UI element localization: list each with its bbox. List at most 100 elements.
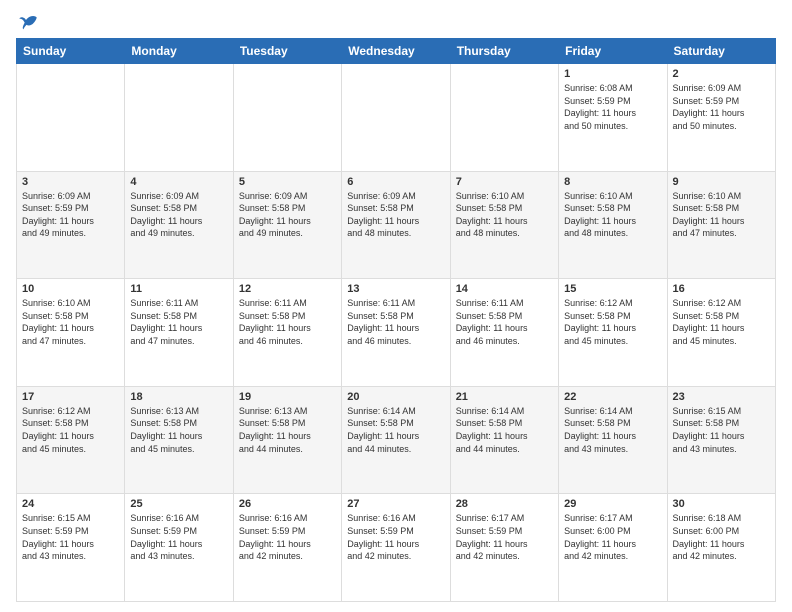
day-number: 20 [347, 391, 444, 403]
calendar-cell: 19 Sunrise: 6:13 AM Sunset: 5:58 PM Dayli… [233, 386, 341, 494]
day-detail: Sunrise: 6:17 AM Sunset: 6:00 PM Dayligh… [564, 512, 661, 562]
calendar-header-wednesday: Wednesday [342, 39, 450, 64]
calendar-week-2: 3 Sunrise: 6:09 AM Sunset: 5:59 PM Daylig… [17, 171, 776, 279]
calendar-cell: 7 Sunrise: 6:10 AM Sunset: 5:58 PM Daylig… [450, 171, 558, 279]
calendar-header-thursday: Thursday [450, 39, 558, 64]
calendar-cell [17, 64, 125, 172]
header [16, 12, 776, 32]
day-number: 19 [239, 391, 336, 403]
calendar-header-row: SundayMondayTuesdayWednesdayThursdayFrid… [17, 39, 776, 64]
day-number: 15 [564, 283, 661, 295]
day-number: 11 [130, 283, 227, 295]
day-number: 30 [673, 498, 770, 510]
calendar-cell: 1 Sunrise: 6:08 AM Sunset: 5:59 PM Daylig… [559, 64, 667, 172]
day-detail: Sunrise: 6:12 AM Sunset: 5:58 PM Dayligh… [564, 297, 661, 347]
day-number: 23 [673, 391, 770, 403]
day-detail: Sunrise: 6:09 AM Sunset: 5:59 PM Dayligh… [673, 82, 770, 132]
calendar-cell: 21 Sunrise: 6:14 AM Sunset: 5:58 PM Dayli… [450, 386, 558, 494]
day-number: 8 [564, 176, 661, 188]
calendar-cell: 10Sunrise: 6:10 AM Sunset: 5:58 PM Dayli… [17, 279, 125, 387]
calendar-cell: 24 Sunrise: 6:15 AM Sunset: 5:59 PM Dayli… [17, 494, 125, 602]
calendar-cell: 2Sunrise: 6:09 AM Sunset: 5:59 PM Daylig… [667, 64, 775, 172]
day-detail: Sunrise: 6:10 AM Sunset: 5:58 PM Dayligh… [564, 190, 661, 240]
day-detail: Sunrise: 6:16 AM Sunset: 5:59 PM Dayligh… [347, 512, 444, 562]
calendar-cell: 29 Sunrise: 6:17 AM Sunset: 6:00 PM Dayli… [559, 494, 667, 602]
page: SundayMondayTuesdayWednesdayThursdayFrid… [0, 0, 792, 612]
calendar-cell: 6Sunrise: 6:09 AM Sunset: 5:58 PM Daylig… [342, 171, 450, 279]
day-number: 29 [564, 498, 661, 510]
day-number: 7 [456, 176, 553, 188]
calendar-cell: 30 Sunrise: 6:18 AM Sunset: 6:00 PM Dayli… [667, 494, 775, 602]
day-detail: Sunrise: 6:10 AM Sunset: 5:58 PM Dayligh… [456, 190, 553, 240]
day-number: 14 [456, 283, 553, 295]
day-number: 3 [22, 176, 119, 188]
day-detail: Sunrise: 6:09 AM Sunset: 5:58 PM Dayligh… [347, 190, 444, 240]
calendar-cell: 14 Sunrise: 6:11 AM Sunset: 5:58 PM Dayli… [450, 279, 558, 387]
calendar-cell: 5 Sunrise: 6:09 AM Sunset: 5:58 PM Daylig… [233, 171, 341, 279]
logo [16, 12, 38, 32]
day-detail: Sunrise: 6:18 AM Sunset: 6:00 PM Dayligh… [673, 512, 770, 562]
day-detail: Sunrise: 6:09 AM Sunset: 5:59 PM Dayligh… [22, 190, 119, 240]
calendar-cell: 13Sunrise: 6:11 AM Sunset: 5:58 PM Dayli… [342, 279, 450, 387]
calendar-cell [450, 64, 558, 172]
day-number: 16 [673, 283, 770, 295]
day-detail: Sunrise: 6:11 AM Sunset: 5:58 PM Dayligh… [239, 297, 336, 347]
day-detail: Sunrise: 6:17 AM Sunset: 5:59 PM Dayligh… [456, 512, 553, 562]
day-number: 22 [564, 391, 661, 403]
calendar-cell: 3 Sunrise: 6:09 AM Sunset: 5:59 PM Daylig… [17, 171, 125, 279]
day-number: 4 [130, 176, 227, 188]
day-detail: Sunrise: 6:13 AM Sunset: 5:58 PM Dayligh… [130, 405, 227, 455]
calendar-header-saturday: Saturday [667, 39, 775, 64]
day-number: 1 [564, 68, 661, 80]
logo-text [16, 12, 38, 32]
calendar-cell: 4 Sunrise: 6:09 AM Sunset: 5:58 PM Daylig… [125, 171, 233, 279]
day-detail: Sunrise: 6:15 AM Sunset: 5:59 PM Dayligh… [22, 512, 119, 562]
day-number: 24 [22, 498, 119, 510]
day-number: 5 [239, 176, 336, 188]
calendar-cell: 11 Sunrise: 6:11 AM Sunset: 5:58 PM Dayli… [125, 279, 233, 387]
calendar-cell: 25 Sunrise: 6:16 AM Sunset: 5:59 PM Dayli… [125, 494, 233, 602]
day-number: 17 [22, 391, 119, 403]
calendar-cell [125, 64, 233, 172]
calendar-cell: 28 Sunrise: 6:17 AM Sunset: 5:59 PM Dayli… [450, 494, 558, 602]
day-number: 26 [239, 498, 336, 510]
calendar-week-1: 1 Sunrise: 6:08 AM Sunset: 5:59 PM Daylig… [17, 64, 776, 172]
calendar-week-4: 17 Sunrise: 6:12 AM Sunset: 5:58 PM Dayli… [17, 386, 776, 494]
day-detail: Sunrise: 6:14 AM Sunset: 5:58 PM Dayligh… [564, 405, 661, 455]
calendar-cell: 27 Sunrise: 6:16 AM Sunset: 5:59 PM Dayli… [342, 494, 450, 602]
calendar-cell: 22 Sunrise: 6:14 AM Sunset: 5:58 PM Dayli… [559, 386, 667, 494]
day-detail: Sunrise: 6:10 AM Sunset: 5:58 PM Dayligh… [673, 190, 770, 240]
day-number: 25 [130, 498, 227, 510]
day-detail: Sunrise: 6:12 AM Sunset: 5:58 PM Dayligh… [22, 405, 119, 455]
calendar-cell: 23 Sunrise: 6:15 AM Sunset: 5:58 PM Dayli… [667, 386, 775, 494]
day-number: 9 [673, 176, 770, 188]
day-number: 28 [456, 498, 553, 510]
day-number: 27 [347, 498, 444, 510]
calendar-header-friday: Friday [559, 39, 667, 64]
day-detail: Sunrise: 6:13 AM Sunset: 5:58 PM Dayligh… [239, 405, 336, 455]
day-detail: Sunrise: 6:16 AM Sunset: 5:59 PM Dayligh… [130, 512, 227, 562]
calendar-week-3: 10Sunrise: 6:10 AM Sunset: 5:58 PM Dayli… [17, 279, 776, 387]
day-detail: Sunrise: 6:11 AM Sunset: 5:58 PM Dayligh… [130, 297, 227, 347]
day-detail: Sunrise: 6:14 AM Sunset: 5:58 PM Dayligh… [347, 405, 444, 455]
day-detail: Sunrise: 6:11 AM Sunset: 5:58 PM Dayligh… [456, 297, 553, 347]
calendar-cell: 16 Sunrise: 6:12 AM Sunset: 5:58 PM Dayli… [667, 279, 775, 387]
day-detail: Sunrise: 6:09 AM Sunset: 5:58 PM Dayligh… [239, 190, 336, 240]
calendar-week-5: 24 Sunrise: 6:15 AM Sunset: 5:59 PM Dayli… [17, 494, 776, 602]
day-detail: Sunrise: 6:15 AM Sunset: 5:58 PM Dayligh… [673, 405, 770, 455]
day-detail: Sunrise: 6:09 AM Sunset: 5:58 PM Dayligh… [130, 190, 227, 240]
day-number: 18 [130, 391, 227, 403]
calendar-cell: 15 Sunrise: 6:12 AM Sunset: 5:58 PM Dayli… [559, 279, 667, 387]
calendar-cell: 8 Sunrise: 6:10 AM Sunset: 5:58 PM Daylig… [559, 171, 667, 279]
calendar-cell: 9 Sunrise: 6:10 AM Sunset: 5:58 PM Daylig… [667, 171, 775, 279]
calendar-cell [342, 64, 450, 172]
calendar-cell: 20 Sunrise: 6:14 AM Sunset: 5:58 PM Dayli… [342, 386, 450, 494]
day-detail: Sunrise: 6:08 AM Sunset: 5:59 PM Dayligh… [564, 82, 661, 132]
calendar-cell: 26Sunrise: 6:16 AM Sunset: 5:59 PM Dayli… [233, 494, 341, 602]
day-number: 13 [347, 283, 444, 295]
day-detail: Sunrise: 6:12 AM Sunset: 5:58 PM Dayligh… [673, 297, 770, 347]
day-number: 10 [22, 283, 119, 295]
calendar-header-sunday: Sunday [17, 39, 125, 64]
day-number: 21 [456, 391, 553, 403]
day-detail: Sunrise: 6:14 AM Sunset: 5:58 PM Dayligh… [456, 405, 553, 455]
